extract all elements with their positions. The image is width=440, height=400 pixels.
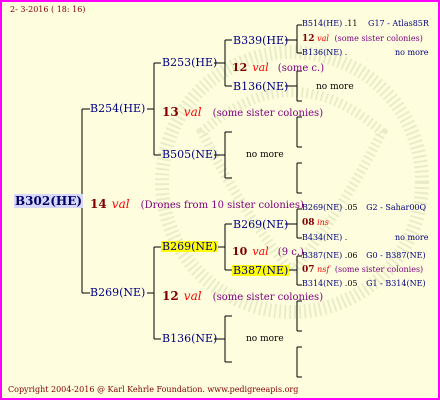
gen4-ref: no more	[395, 48, 429, 57]
gen4-score: .	[344, 48, 348, 57]
gen4-row-4: B434(NE) . no more	[302, 233, 428, 242]
gen4-ref: G1 - B314(NE)	[366, 279, 426, 288]
gen3-c-mate: 10 val (9 c.)	[232, 242, 304, 258]
gen4-score: .06	[344, 251, 358, 260]
mate-desc: (some c.)	[277, 63, 325, 74]
mate-mark: val	[183, 105, 202, 119]
gen4-row-3: B269(NE) .05 G2 - Sahar00Q	[302, 204, 426, 212]
gen4-row-1: B514(HE) .11 G17 - Atlas85R	[302, 20, 429, 28]
gen4-row-2: B136(NE) . no more	[302, 48, 428, 57]
gen4-node[interactable]: B314(NE)	[302, 279, 342, 288]
mate-number: 12	[232, 61, 248, 74]
gen2-b-node[interactable]: B505(NE)	[162, 149, 217, 160]
gen2-d-nomore: no more	[246, 334, 284, 344]
mate-number: 14	[90, 197, 107, 211]
gen4-score: .05	[344, 203, 358, 212]
mate-number: 13	[162, 105, 179, 119]
mate-desc: (9 c.)	[277, 247, 304, 258]
mate-desc: (Drones from 10 sister colonies)	[140, 200, 304, 211]
mate-mark: val	[252, 61, 269, 74]
mate-desc: (some sister colonies)	[212, 108, 324, 119]
report-date: 2- 3-2016 ( 18: 16)	[10, 5, 86, 14]
gen4-node[interactable]: B434(NE)	[302, 233, 342, 242]
gen2-d-node[interactable]: B136(NE)	[162, 333, 217, 344]
gen4-score: .05	[344, 279, 358, 288]
gen4-ref: G0 - B387(NE)	[366, 251, 426, 260]
gen4-ref: G2 - Sahar00Q	[366, 203, 427, 212]
gen3-a2-nomore: no more	[316, 82, 354, 92]
mate-mark: val	[317, 34, 329, 43]
mate-mark: val	[183, 289, 202, 303]
mate-number: 07	[302, 265, 315, 275]
mate-number: 12	[302, 34, 315, 44]
gen2-a-node[interactable]: B253(HE)	[162, 57, 217, 68]
mate-desc: (some sister colonies)	[334, 265, 424, 274]
gen1-top-node[interactable]: B254(HE)	[90, 103, 145, 114]
gen4-node[interactable]: B387(NE)	[302, 251, 342, 260]
mate-mark: val	[111, 197, 130, 211]
mate-number: 08	[302, 218, 315, 228]
mate-desc: (some sister colonies)	[212, 292, 324, 303]
mate-desc: (some sister colonies)	[334, 34, 423, 43]
gen4-node[interactable]: B514(HE)	[302, 19, 342, 28]
gen4-ref: G17 - Atlas85R	[368, 19, 429, 28]
gen4-row-5: B387(NE) .06 G0 - B387(NE)	[302, 252, 426, 260]
gen4-node[interactable]: B269(NE)	[302, 203, 342, 212]
mate-mark: ins	[317, 218, 329, 227]
gen4-mate-5: 07 nsf (some sister colonies)	[302, 266, 423, 275]
gen4-row-6: B314(NE) .05 G1 - B314(NE)	[302, 280, 426, 288]
gen4-ref: no more	[395, 233, 429, 242]
mate-mark: val	[252, 245, 269, 258]
gen2-c-node[interactable]: B269(NE)	[161, 241, 219, 252]
gen3-a1-node[interactable]: B339(HE)	[233, 35, 288, 46]
gen3-c1-node[interactable]: B269(NE)	[233, 219, 288, 230]
gen4-mate-3: 08 ins	[302, 219, 329, 228]
copyright-footer: Copyright 2004-2016 @ Karl Kehrle Founda…	[8, 385, 299, 394]
gen4-score: .11	[344, 19, 358, 28]
root-node[interactable]: B302(HE)	[14, 194, 84, 208]
gen4-mate-1: 12 val (some sister colonies)	[302, 35, 423, 44]
gen2-bottom-mate: 12 val (some sister colonies)	[162, 287, 323, 303]
gen2-b-nomore: no more	[246, 150, 284, 160]
gen1-mate: 14 val (Drones from 10 sister colonies)	[90, 195, 304, 211]
gen1-bottom-node[interactable]: B269(NE)	[90, 287, 145, 298]
mate-number: 10	[232, 245, 248, 258]
pedigree-frame: 2- 3-2016 ( 18: 16) B302(HE) B254(HE) B2…	[0, 0, 440, 400]
gen3-a-mate: 12 val (some c.)	[232, 58, 324, 74]
gen2-top-mate: 13 val (some sister colonies)	[162, 103, 323, 119]
gen3-c2-node[interactable]: B387(NE)	[232, 265, 290, 276]
gen4-score: .	[344, 233, 348, 242]
mate-number: 12	[162, 289, 179, 303]
gen4-node[interactable]: B136(NE)	[302, 48, 342, 57]
mate-mark: nsf	[317, 265, 330, 274]
gen3-a2-node[interactable]: B136(NE)	[233, 81, 288, 92]
